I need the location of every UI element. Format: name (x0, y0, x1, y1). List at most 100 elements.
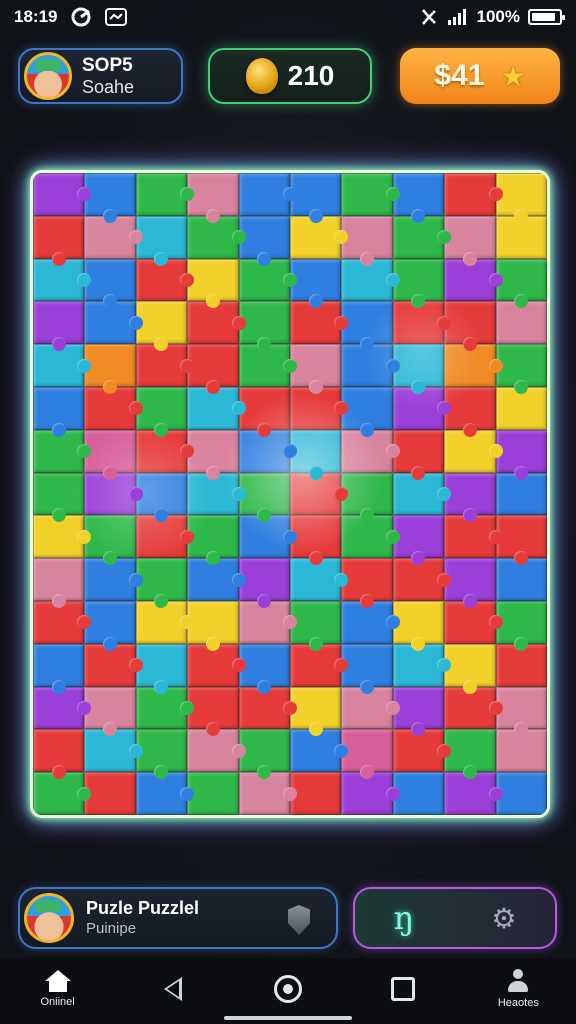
puzzle-piece[interactable] (290, 429, 342, 480)
puzzle-piece[interactable] (84, 258, 136, 309)
cash-balance[interactable]: $41 ★ (400, 48, 560, 104)
puzzle-piece[interactable] (495, 173, 547, 223)
puzzle-piece[interactable] (238, 558, 290, 608)
puzzle-piece[interactable] (187, 686, 239, 737)
profile-card[interactable]: SOP5 Soahe (18, 48, 183, 104)
puzzle-piece[interactable] (187, 258, 239, 309)
puzzle-piece[interactable] (392, 344, 445, 394)
puzzle-piece[interactable] (290, 258, 342, 309)
puzzle-piece[interactable] (84, 772, 136, 815)
piece-tab (283, 358, 297, 373)
puzzle-piece[interactable] (238, 215, 290, 266)
puzzle-piece[interactable] (238, 173, 297, 216)
puzzle-piece[interactable] (495, 600, 547, 651)
puzzle-piece[interactable] (290, 772, 342, 815)
puzzle-info-card[interactable]: Puzle Puzzlel Puinipe (18, 887, 338, 949)
puzzle-piece[interactable] (135, 386, 188, 437)
puzzle-piece[interactable] (84, 344, 136, 394)
puzzle-piece[interactable] (341, 386, 393, 437)
puzzle-piece[interactable] (495, 344, 547, 394)
puzzle-piece[interactable] (392, 686, 445, 737)
puzzle-piece[interactable] (392, 772, 445, 815)
puzzle-piece[interactable] (135, 643, 188, 694)
puzzle-piece[interactable] (341, 643, 393, 694)
puzzle-piece[interactable] (33, 173, 92, 216)
puzzle-piece[interactable] (238, 301, 290, 352)
puzzle-piece[interactable] (341, 173, 400, 216)
puzzle-piece[interactable] (444, 386, 496, 437)
home-indicator (224, 1016, 352, 1020)
app-notification-icon (71, 7, 91, 27)
puzzle-piece[interactable] (392, 173, 445, 223)
puzzle-piece[interactable] (341, 215, 393, 266)
puzzle-piece[interactable] (444, 173, 503, 216)
nav-profile[interactable]: Heaotes (478, 959, 558, 1019)
puzzle-piece[interactable] (84, 173, 136, 223)
puzzle-piece[interactable] (392, 429, 445, 480)
puzzle-piece[interactable] (290, 173, 342, 223)
hint-button[interactable]: ŋ (394, 899, 415, 937)
puzzle-piece[interactable] (33, 643, 85, 694)
puzzle-piece[interactable] (341, 301, 393, 352)
puzzle-piece[interactable] (290, 600, 342, 651)
puzzle-piece[interactable] (33, 729, 85, 780)
puzzle-piece[interactable] (84, 686, 136, 737)
puzzle-piece[interactable] (495, 772, 547, 815)
puzzle-piece[interactable] (33, 301, 85, 352)
puzzle-app: 18:19 100% SOP5 Soahe 210 $41 ★ Puzle Pu… (0, 0, 576, 1024)
nav-home-button[interactable] (248, 959, 328, 1019)
puzzle-piece[interactable] (444, 643, 496, 694)
puzzle-piece[interactable] (84, 429, 136, 480)
puzzle-piece[interactable] (187, 173, 239, 223)
puzzle-piece[interactable] (392, 258, 445, 309)
gear-icon[interactable]: ⚙ (491, 902, 516, 935)
puzzle-piece[interactable] (135, 301, 188, 352)
puzzle-board[interactable] (30, 170, 550, 818)
puzzle-piece[interactable] (187, 600, 239, 651)
nav-back[interactable] (133, 959, 213, 1019)
piece-tab (308, 208, 323, 223)
puzzle-piece[interactable] (187, 429, 239, 480)
piece-tab (103, 465, 118, 480)
puzzle-piece[interactable] (187, 515, 239, 566)
puzzle-piece[interactable] (444, 729, 496, 780)
puzzle-piece[interactable] (238, 386, 290, 437)
coin-balance[interactable]: 210 (208, 48, 372, 104)
puzzle-piece[interactable] (84, 600, 136, 651)
puzzle-piece[interactable] (238, 643, 290, 694)
puzzle-piece[interactable] (444, 472, 496, 523)
nav-home[interactable]: Oniinel (18, 959, 98, 1019)
puzzle-subtitle: Puinipe (86, 919, 137, 937)
puzzle-piece[interactable] (187, 772, 239, 815)
puzzle-piece[interactable] (495, 515, 547, 566)
puzzle-piece[interactable] (33, 558, 85, 608)
puzzle-piece[interactable] (33, 215, 85, 266)
puzzle-piece[interactable] (290, 344, 342, 394)
puzzle-piece[interactable] (444, 558, 496, 608)
puzzle-piece[interactable] (135, 558, 188, 608)
puzzle-piece[interactable] (238, 472, 290, 523)
puzzle-piece[interactable] (238, 729, 290, 780)
puzzle-piece[interactable] (33, 386, 85, 437)
puzzle-piece[interactable] (135, 729, 188, 780)
puzzle-piece[interactable] (495, 429, 547, 480)
puzzle-piece[interactable] (495, 258, 547, 309)
puzzle-piece[interactable] (392, 600, 445, 651)
puzzle-piece[interactable] (135, 173, 195, 216)
puzzle-piece[interactable] (187, 344, 239, 394)
puzzle-piece[interactable] (84, 515, 136, 566)
puzzle-piece[interactable] (495, 686, 547, 737)
puzzle-piece[interactable] (341, 472, 393, 523)
puzzle-piece[interactable] (341, 729, 393, 780)
puzzle-piece[interactable] (290, 686, 342, 737)
puzzle-piece[interactable] (444, 215, 496, 266)
nav-recents[interactable] (363, 959, 443, 1019)
puzzle-piece[interactable] (33, 472, 85, 523)
puzzle-piece[interactable] (444, 301, 496, 352)
puzzle-piece[interactable] (341, 558, 393, 608)
puzzle-piece[interactable] (290, 515, 342, 566)
puzzle-piece[interactable] (392, 515, 445, 566)
puzzle-piece[interactable] (135, 472, 188, 523)
puzzle-piece[interactable] (135, 215, 188, 266)
shield-icon[interactable] (288, 905, 310, 935)
